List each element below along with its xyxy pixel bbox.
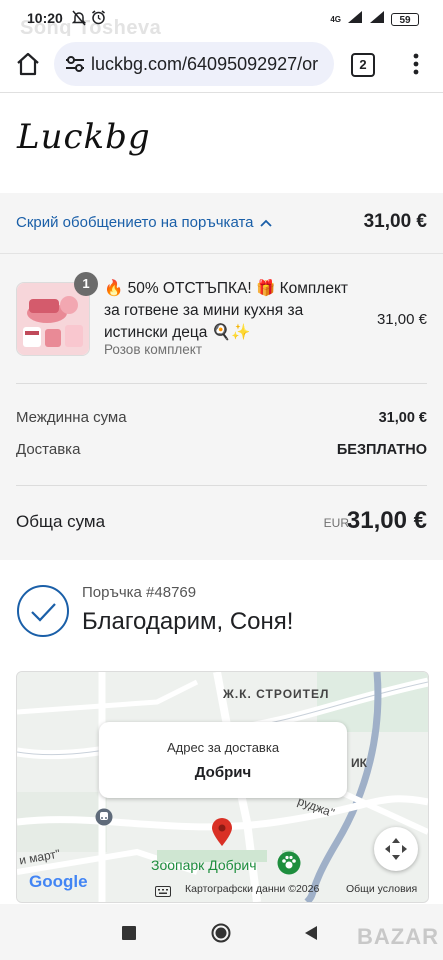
status-right-icons: 4G 59 [330, 10, 419, 29]
divider [16, 383, 427, 384]
train-station-icon[interactable] [95, 808, 113, 831]
home-nav-icon[interactable] [211, 923, 231, 948]
delivery-address-card: Адрес за доставка Добрич [99, 722, 347, 798]
address-bar[interactable]: luckbg.com/64095092927/or [54, 42, 334, 86]
zoo-paw-icon[interactable] [277, 851, 301, 880]
thank-you-heading: Благодарим, Соня! [82, 608, 294, 635]
google-logo: Google [29, 872, 88, 891]
signal-icon [347, 10, 363, 29]
product-price: 31,00 € [376, 311, 427, 328]
keyboard-icon[interactable] [155, 884, 171, 902]
location-pin-icon[interactable] [210, 817, 234, 852]
map-partial-label: ИК [351, 756, 367, 770]
order-summary-toggle-bar[interactable]: Скрий обобщението на поръчката 31,00 € [0, 193, 443, 254]
shipping-value: БЕЗПЛАТНО [336, 442, 427, 458]
delivery-city: Добрич [194, 764, 252, 781]
order-details: 1 🔥 50% ОТСТЪПКА! 🎁 Комплект за готвене … [0, 254, 443, 561]
back-nav-icon[interactable] [304, 925, 318, 946]
checkmark-circle-icon [16, 584, 70, 638]
status-time: 10:20 [27, 10, 63, 26]
alarm-icon [91, 10, 106, 30]
product-title: 🔥 50% ОТСТЪПКА! 🎁 Комплект за готвене за… [104, 280, 349, 341]
map-data-attribution[interactable]: Картографски данни ©2026 [185, 883, 319, 895]
battery-indicator: 59 [391, 13, 419, 26]
delivery-map[interactable]: Ж.К. СТРОИТЕЛ ИК руджа" и март" Зоопарк … [16, 671, 429, 903]
subtotal-value: 31,00 € [378, 410, 427, 426]
recenter-map-button[interactable] [374, 827, 418, 871]
summary-toggle-label[interactable]: Скрий обобщението на поръчката [16, 214, 254, 231]
subtotal-label: Междинна сума [16, 409, 127, 426]
move-arrows-icon [385, 838, 407, 860]
quantity-badge: 1 [74, 272, 98, 296]
delivery-address-label: Адрес за доставка [166, 740, 280, 755]
url-text[interactable]: luckbg.com/64095092927/or [91, 54, 318, 75]
chevron-up-icon[interactable] [259, 214, 272, 231]
store-header: Luckbg [0, 93, 443, 194]
summary-total: 31,00 € [363, 211, 427, 232]
store-logo[interactable]: Luckbg [17, 117, 151, 157]
product-variant: Розов комплект [104, 342, 203, 357]
map-district-label: Ж.К. СТРОИТЕЛ [223, 687, 330, 701]
browser-toolbar: luckbg.com/64095092927/or 2 [0, 36, 443, 93]
recents-icon[interactable] [122, 926, 136, 945]
order-confirmation: Поръчка #48769 Благодарим, Соня! [0, 560, 443, 670]
total-value: 31,00 € [346, 507, 427, 534]
tab-switcher-button[interactable]: 2 [351, 53, 375, 77]
watermark: BAZAR [357, 924, 439, 949]
android-navigation-bar: BAZAR [0, 904, 443, 960]
silent-bell-icon [71, 10, 87, 31]
shipping-label: Доставка [16, 441, 81, 458]
status-bar: Sonq Tosheva 10:20 4G 59 [0, 0, 443, 39]
summary-toggle-link[interactable]: Скрий обобщението на поръчката [16, 214, 272, 231]
order-number: Поръчка #48769 [82, 584, 197, 601]
map-terms-link[interactable]: Общи условия [346, 883, 417, 895]
total-label: Обща сума [16, 512, 106, 531]
overflow-menu-icon[interactable] [404, 51, 428, 77]
signal-icon-2 [369, 10, 385, 29]
network-label: 4G [330, 15, 341, 24]
map-zoo-label: Зоопарк Добрич [151, 857, 257, 873]
home-icon[interactable] [14, 50, 42, 78]
site-settings-icon[interactable] [64, 54, 86, 74]
total-currency: EUR [323, 516, 349, 530]
divider [16, 485, 427, 486]
